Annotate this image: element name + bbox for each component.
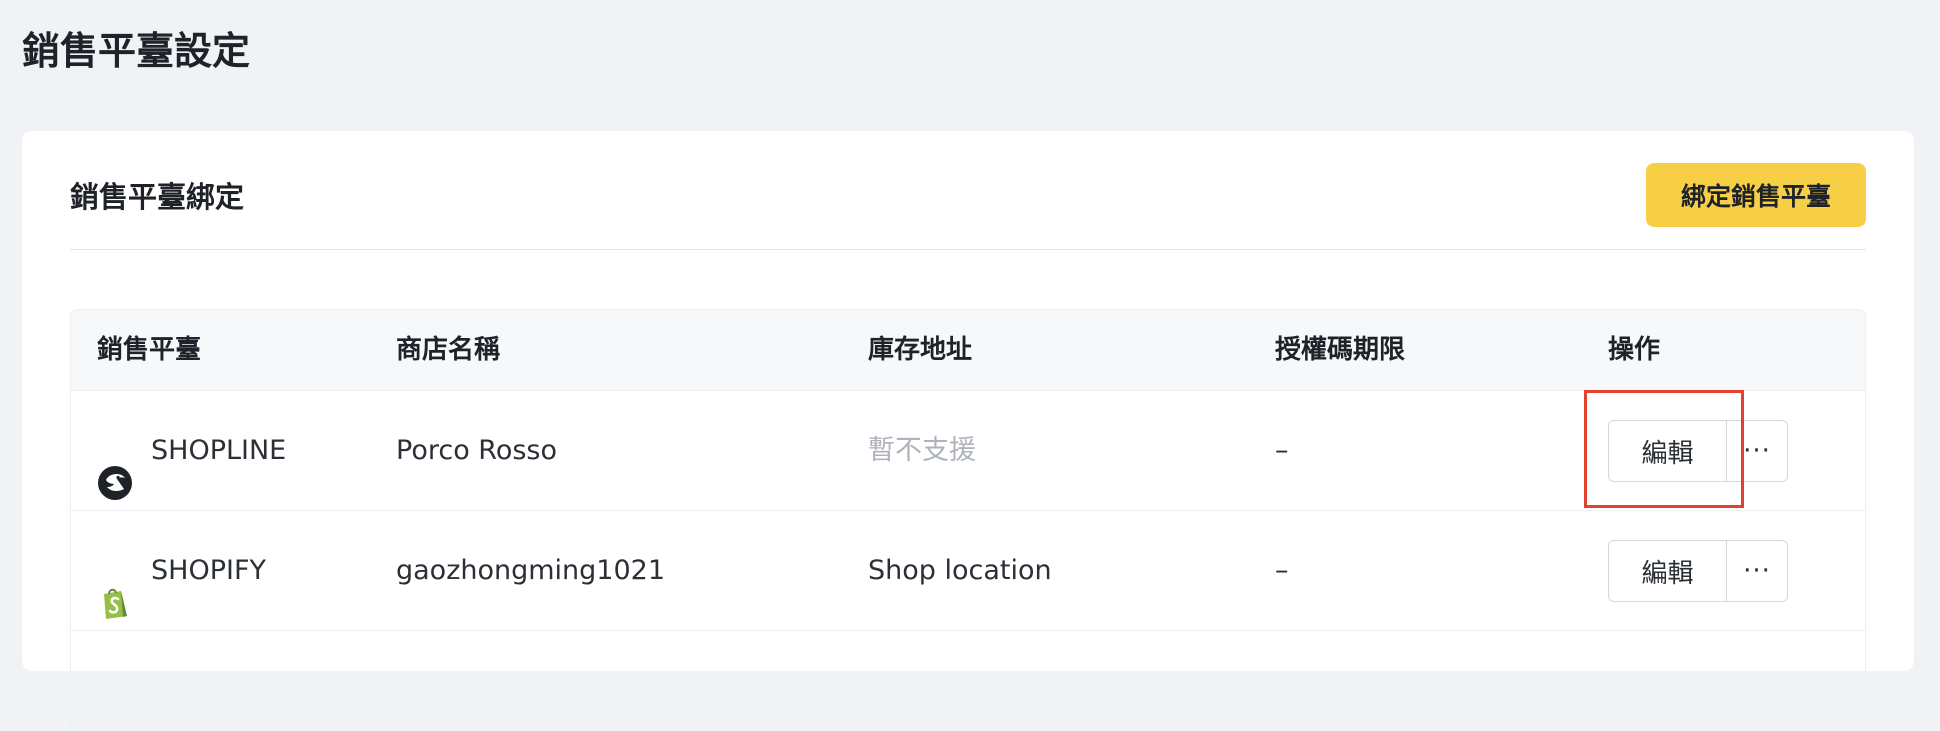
more-actions-button[interactable]: ···: [1727, 420, 1788, 482]
platform-name: SHOPLINE: [151, 434, 287, 466]
shopify-logo-icon: [97, 553, 133, 619]
platform-binding-card: 銷售平臺綁定 綁定銷售平臺 銷售平臺 商店名稱 庫存地址 授權碼期限 操作 SH…: [22, 131, 1914, 731]
card-header: 銷售平臺綁定 綁定銷售平臺: [70, 163, 1866, 250]
column-header-auth-expiry: 授權碼期限: [1275, 335, 1406, 365]
auth-expiry: –: [1275, 435, 1289, 466]
platform-table: 銷售平臺 商店名稱 庫存地址 授權碼期限 操作 SHOPLINE Porco R…: [70, 309, 1866, 731]
column-header-actions: 操作: [1608, 335, 1661, 365]
table-header: 銷售平臺 商店名稱 庫存地址 授權碼期限 操作: [71, 310, 1865, 391]
inventory-address: Shop location: [868, 555, 1052, 586]
column-header-inventory-address: 庫存地址: [868, 335, 973, 365]
table-row: SHOPIFY gaozhongming1021 Shop location –…: [71, 511, 1865, 631]
row-actions: 編輯 ···: [1608, 420, 1788, 482]
platform-cell: SHOPIFY: [97, 511, 266, 630]
edit-button[interactable]: 編輯: [1608, 540, 1727, 602]
row-actions: 編輯 ···: [1608, 540, 1788, 602]
card-title: 銷售平臺綁定: [70, 180, 245, 214]
store-name: Porco Rosso: [396, 435, 558, 466]
platform-name: SHOPIFY: [151, 554, 266, 586]
more-actions-button[interactable]: ···: [1727, 540, 1788, 602]
store-name: gaozhongming1021: [396, 555, 666, 586]
platform-cell: SHOPLINE: [97, 391, 286, 510]
shopline-logo-icon: [97, 433, 133, 500]
auth-expiry: –: [1275, 555, 1289, 586]
bind-platform-button[interactable]: 綁定銷售平臺: [1646, 163, 1866, 227]
column-header-store-name: 商店名稱: [396, 335, 501, 365]
inventory-address: 暫不支援: [868, 435, 976, 466]
column-header-platform: 銷售平臺: [97, 335, 202, 365]
page-title: 銷售平臺設定: [22, 29, 251, 73]
table-row: SHOPLINE Porco Rosso 暫不支援 – 編輯 ···: [71, 391, 1865, 511]
edit-button[interactable]: 編輯: [1608, 420, 1727, 482]
